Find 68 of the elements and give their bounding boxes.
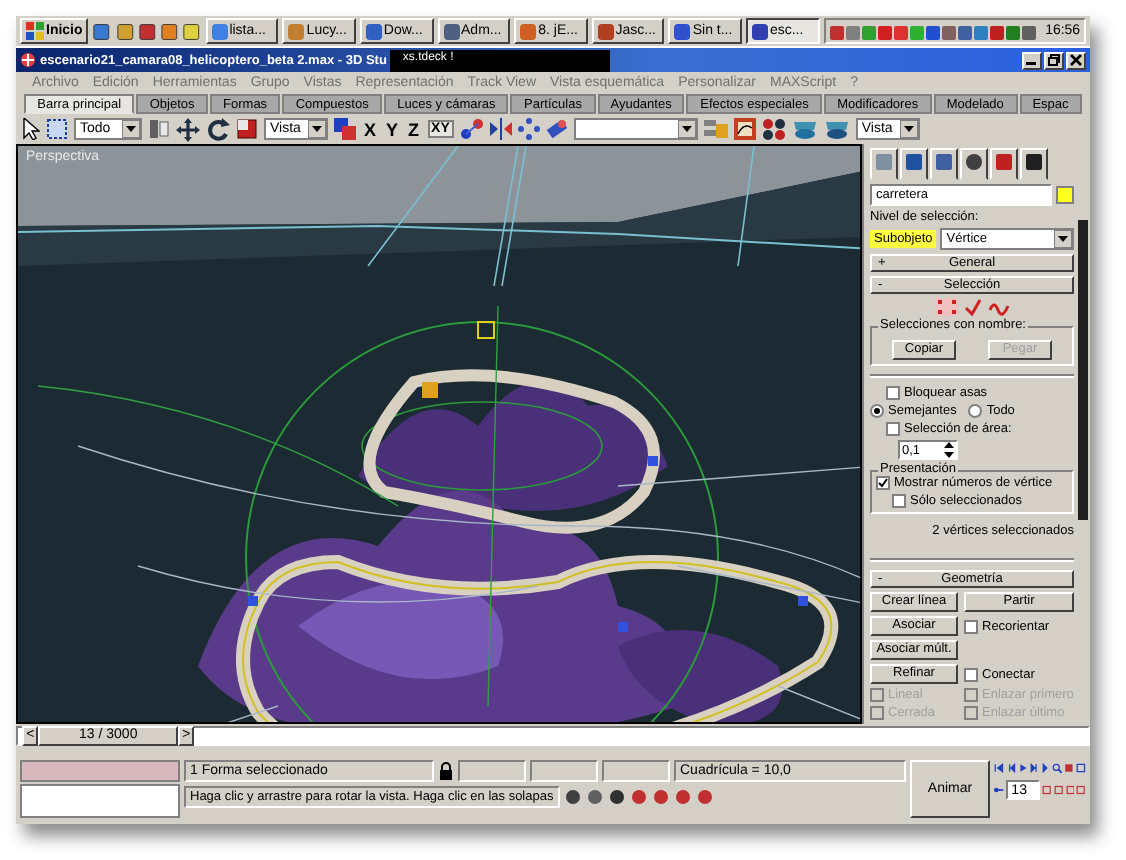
app-icon xyxy=(288,23,305,39)
vertex-mode-icon[interactable] xyxy=(935,298,957,316)
key-icon[interactable] xyxy=(994,782,1004,798)
checkmark-icon xyxy=(878,478,888,488)
windows-flag-icon xyxy=(26,22,44,40)
segment-mode-icon[interactable] xyxy=(963,298,981,316)
close-icon xyxy=(1070,54,1082,66)
app-icon xyxy=(674,23,691,39)
checkbox[interactable] xyxy=(886,386,900,400)
mirror-icon[interactable] xyxy=(489,118,512,140)
coordinate-field[interactable] xyxy=(458,760,526,782)
checkbox[interactable] xyxy=(886,422,900,436)
radio-button[interactable] xyxy=(968,404,983,418)
object-color-swatch[interactable] xyxy=(1056,186,1074,204)
array-icon[interactable] xyxy=(517,118,540,140)
dropdown-arrow-icon xyxy=(677,120,696,138)
dropdown-arrow-icon xyxy=(308,120,326,138)
close-button[interactable] xyxy=(1066,51,1086,69)
axis-constraint-button[interactable]: Y xyxy=(384,119,401,139)
app-icon xyxy=(211,23,228,39)
pointer-icon[interactable] xyxy=(22,118,40,140)
spline-mode-icon[interactable] xyxy=(987,298,1009,316)
axis-constraint-button[interactable]: Z xyxy=(406,119,422,139)
checkbox[interactable] xyxy=(964,667,978,681)
checkbox[interactable] xyxy=(876,476,890,490)
named-selection-dropdown[interactable] xyxy=(573,118,698,140)
coordinate-field[interactable] xyxy=(530,760,598,782)
command-panel-tab[interactable] xyxy=(900,148,928,180)
snap-icon[interactable] xyxy=(459,118,484,140)
pivot-icon[interactable] xyxy=(334,118,356,140)
lock-icon[interactable] xyxy=(438,762,454,780)
app-icon xyxy=(365,23,382,39)
radio-button[interactable] xyxy=(870,404,884,418)
schematic-icon[interactable] xyxy=(761,118,786,140)
app-icon xyxy=(751,23,768,39)
app-icon xyxy=(443,23,460,39)
command-panel-tab[interactable] xyxy=(960,148,988,180)
material-icon[interactable] xyxy=(545,118,568,140)
selection-region-icon[interactable] xyxy=(46,118,68,140)
dropdown-arrow-icon xyxy=(122,120,140,138)
axis-constraint-button[interactable]: X xyxy=(362,119,379,139)
render-setup-icon[interactable] xyxy=(791,118,818,140)
go-to-end-icon[interactable] xyxy=(1041,760,1051,776)
restore-icon xyxy=(1048,54,1060,66)
spinner-arrows-icon xyxy=(944,442,954,458)
app-logo-icon xyxy=(20,52,36,68)
restore-button[interactable] xyxy=(1044,51,1064,69)
minimize-button[interactable] xyxy=(1022,51,1042,69)
app-icon xyxy=(597,23,614,39)
app-icon xyxy=(520,23,537,39)
checkbox[interactable] xyxy=(964,619,978,633)
command-panel-tab[interactable] xyxy=(870,148,898,180)
dropdown-arrow-icon xyxy=(899,120,918,138)
go-to-start-icon[interactable] xyxy=(994,760,1004,776)
command-panel-tab[interactable] xyxy=(930,148,958,180)
coordinate-field[interactable] xyxy=(602,760,670,782)
command-panel-tab[interactable] xyxy=(990,148,1018,180)
curve-editor-icon[interactable] xyxy=(733,118,756,140)
zoom-icon[interactable] xyxy=(1052,760,1063,776)
quick-render-icon[interactable] xyxy=(823,118,850,140)
dropdown-arrow-icon xyxy=(1054,230,1072,248)
command-panel-tab[interactable] xyxy=(1020,148,1048,180)
select-by-name-icon[interactable] xyxy=(148,118,170,140)
rotate-icon[interactable] xyxy=(206,117,230,141)
checkbox[interactable] xyxy=(892,494,906,508)
scale-icon[interactable] xyxy=(236,118,258,140)
listener-field[interactable] xyxy=(20,784,180,818)
move-icon[interactable] xyxy=(176,117,200,141)
